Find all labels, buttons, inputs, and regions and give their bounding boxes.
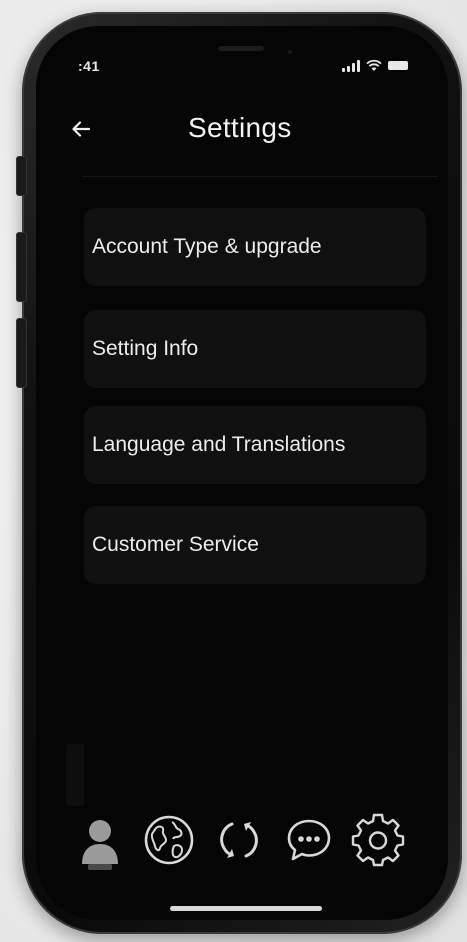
cellular-signal-icon <box>342 60 360 72</box>
wifi-icon <box>366 59 382 71</box>
menu-item-customer-service[interactable]: Customer Service <box>84 506 426 584</box>
person-icon <box>82 820 118 870</box>
tab-globe[interactable] <box>142 812 198 876</box>
mute-switch <box>16 156 27 196</box>
front-camera <box>288 50 292 54</box>
menu-item-setting-info[interactable]: Setting Info <box>84 310 426 388</box>
menu-item-language[interactable]: Language and Translations <box>84 406 426 484</box>
status-icons <box>342 58 408 72</box>
gear-icon <box>351 813 405 867</box>
globe-icon <box>144 815 194 865</box>
bottom-tab-bar <box>76 812 416 882</box>
menu-item-label: Customer Service <box>92 533 259 556</box>
tab-sync[interactable] <box>212 812 268 876</box>
tab-profile[interactable] <box>76 812 132 876</box>
tab-chat[interactable] <box>282 812 338 876</box>
home-indicator[interactable] <box>170 906 322 911</box>
menu-item-account-type[interactable]: Account Type & upgrade <box>84 208 426 286</box>
volume-up-button <box>16 232 27 302</box>
back-arrow-icon[interactable] <box>68 116 94 142</box>
background-panel-edge <box>66 744 84 806</box>
menu-item-label: Account Type & upgrade <box>92 235 322 258</box>
page-title: Settings <box>188 112 292 143</box>
sync-icon <box>220 822 258 858</box>
device-mockup: :41 Settings Account Type & upgrade Sett… <box>0 0 467 942</box>
status-time: :41 <box>78 58 100 74</box>
menu-item-label: Setting Info <box>92 337 199 360</box>
menu-item-label: Language and Translations <box>92 433 346 456</box>
battery-icon <box>388 61 408 70</box>
tab-settings[interactable] <box>350 812 406 876</box>
chat-bubble-icon <box>287 819 331 861</box>
app-header: Settings <box>58 104 442 176</box>
header-divider <box>82 176 438 177</box>
volume-down-button <box>16 318 27 388</box>
speaker-grille <box>218 46 264 51</box>
